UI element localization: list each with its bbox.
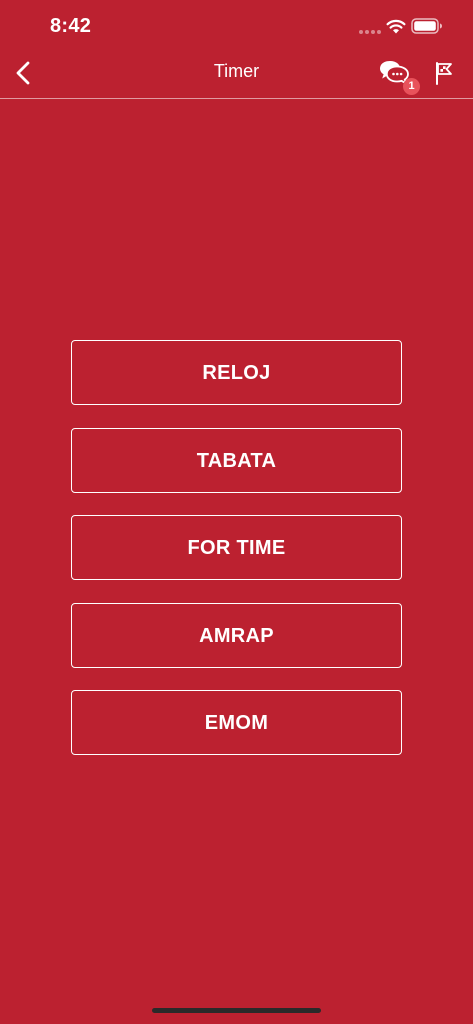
navigation-bar: Timer 1 [0,50,473,99]
home-indicator[interactable] [152,1008,321,1013]
tabata-button[interactable]: TABATA [71,427,402,493]
notification-badge: 1 [403,78,420,95]
reloj-button[interactable]: RELOJ [71,340,402,405]
cellular-signal-icon [359,30,381,34]
flag-icon [436,62,452,85]
wifi-icon [386,19,406,34]
emom-button[interactable]: EMOM [71,690,402,755]
flag-button[interactable] [431,60,457,86]
status-bar: 8:42 [0,0,473,50]
status-time: 8:42 [50,15,92,37]
battery-icon [411,18,442,34]
for-time-button[interactable]: FOR TIME [71,515,402,580]
chat-button[interactable]: 1 [378,58,422,98]
amrap-button[interactable]: AMRAP [71,602,402,668]
timer-mode-list: RELOJ TABATA FOR TIME AMRAP EMOM [71,340,402,778]
